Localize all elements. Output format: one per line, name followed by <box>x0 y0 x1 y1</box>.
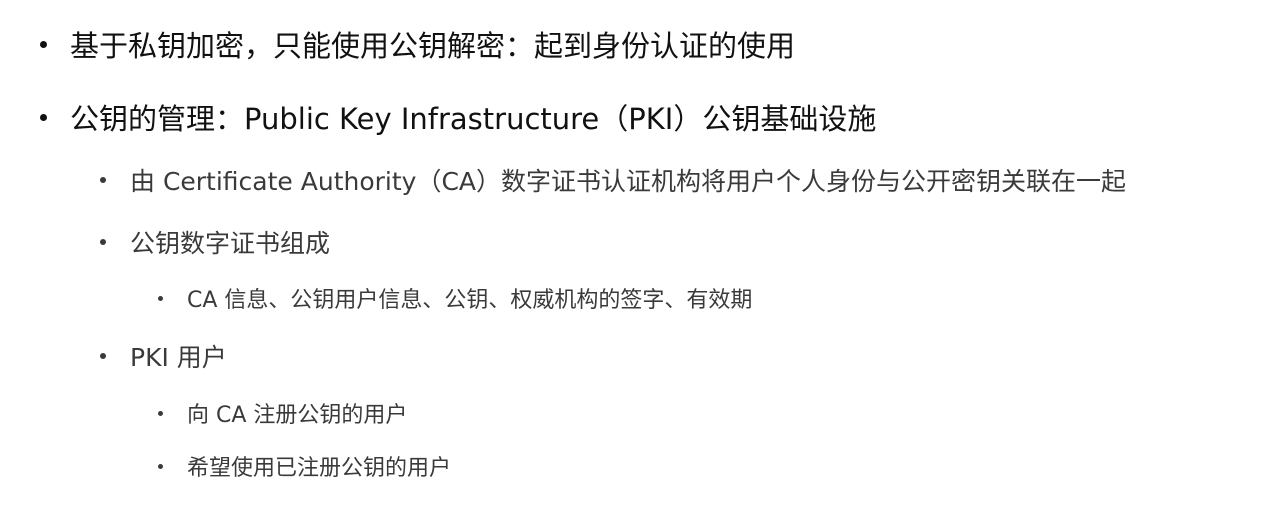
bullet-certificate-composition: 公钥数字证书组成 <box>100 224 330 260</box>
bullet-relying-users: 希望使用已注册公钥的用户 <box>158 450 451 482</box>
bullet-text: PKI 用户 <box>130 343 227 372</box>
bullet-certificate-fields: CA 信息、公钥用户信息、公钥、权威机构的签字、有效期 <box>158 282 752 314</box>
slide: 基于私钥加密，只能使用公钥解密：起到身份认证的使用 公钥的管理：Public K… <box>0 0 1281 520</box>
bullet-dot-icon <box>158 463 163 469</box>
bullet-dot-icon <box>100 177 106 183</box>
bullet-pki-users: PKI 用户 <box>100 338 227 374</box>
bullet-dot-icon <box>100 353 106 359</box>
bullet-text: 基于私钥加密，只能使用公钥解密：起到身份认证的使用 <box>70 29 796 63</box>
bullet-dot-icon <box>100 239 106 245</box>
bullet-text: 希望使用已注册公钥的用户 <box>187 456 452 481</box>
bullet-text: CA 信息、公钥用户信息、公钥、权威机构的签字、有效期 <box>187 288 753 313</box>
bullet-text: 向 CA 注册公钥的用户 <box>187 403 408 428</box>
bullet-dot-icon <box>40 113 47 121</box>
bullet-text: 由 Certificate Authority（CA）数字证书认证机构将用户个人… <box>130 167 1127 196</box>
bullet-dot-icon <box>158 295 163 301</box>
bullet-text: 公钥的管理：Public Key Infrastructure（PKI）公钥基础… <box>70 102 877 136</box>
bullet-certificate-authority: 由 Certificate Authority（CA）数字证书认证机构将用户个人… <box>100 162 1126 198</box>
bullet-registering-users: 向 CA 注册公钥的用户 <box>158 397 407 429</box>
bullet-private-key-encryption: 基于私钥加密，只能使用公钥解密：起到身份认证的使用 <box>40 24 795 64</box>
bullet-text: 公钥数字证书组成 <box>130 229 331 258</box>
bullet-dot-icon <box>158 410 163 416</box>
bullet-public-key-management: 公钥的管理：Public Key Infrastructure（PKI）公钥基础… <box>40 97 876 137</box>
bullet-dot-icon <box>40 40 47 48</box>
